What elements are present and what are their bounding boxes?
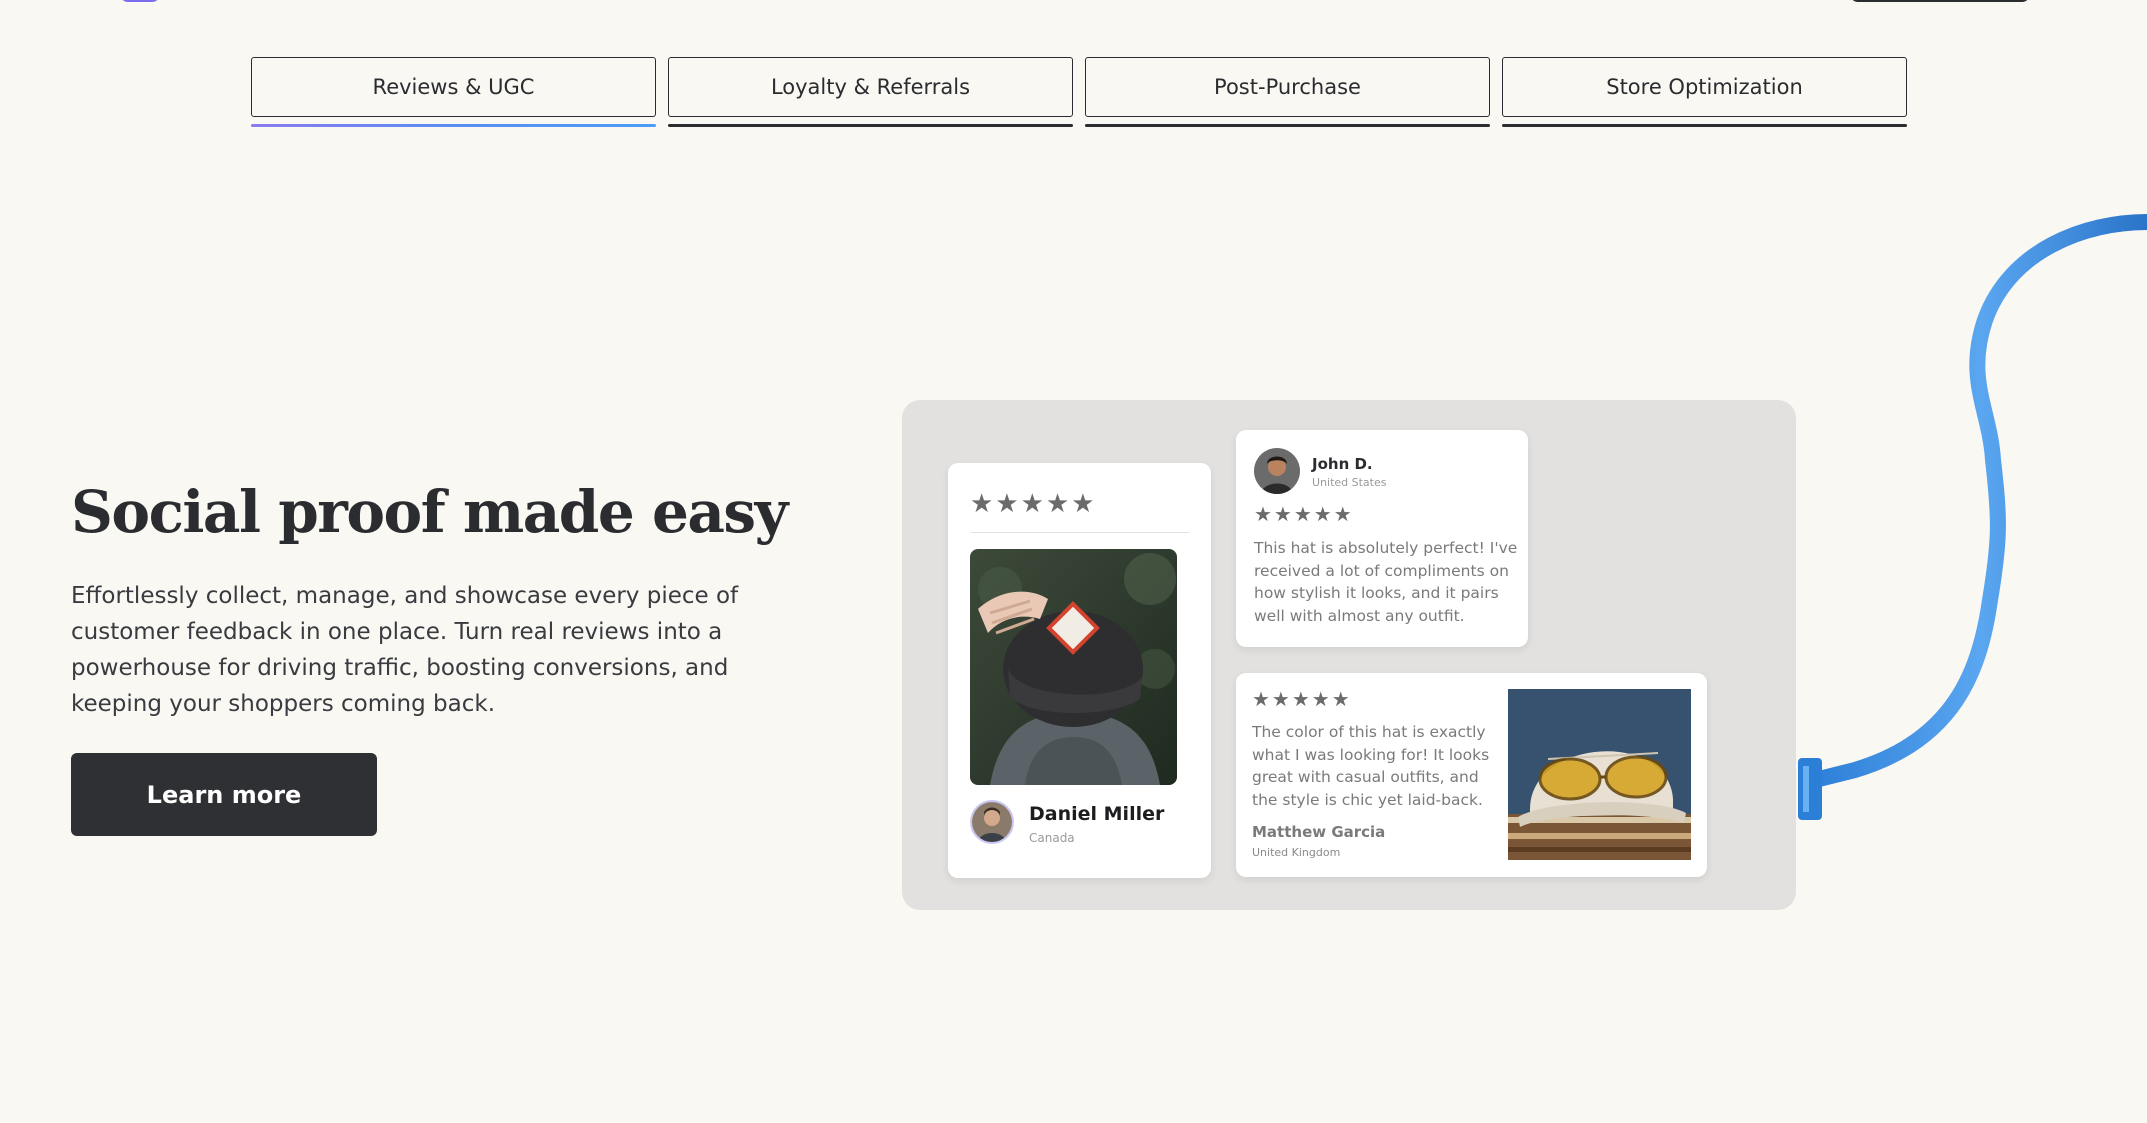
reviewer-location: Canada xyxy=(1029,831,1075,845)
tab-underline-active xyxy=(251,124,656,127)
avatar xyxy=(1254,448,1300,494)
review-text: This hat is absolutely perfect! I've rec… xyxy=(1254,539,1518,625)
header-button-edge[interactable] xyxy=(1850,0,2030,2)
usb-cable-decoration xyxy=(1798,214,2147,820)
reviewer-location: United Kingdom xyxy=(1252,846,1341,859)
hero-title: Social proof made easy xyxy=(71,478,788,546)
hero-description: Effortlessly collect, manage, and showca… xyxy=(71,583,739,717)
tab-underline xyxy=(1502,124,1907,127)
review-card-daniel: ★★★★★ Daniel Miller Canada xyxy=(948,463,1211,878)
reviewer-location: United States xyxy=(1312,476,1387,489)
brand-logo-edge[interactable] xyxy=(120,0,160,2)
feature-tabs: Reviews & UGC Loyalty & Referrals Post-P… xyxy=(251,57,1908,129)
cap-photo xyxy=(970,549,1177,785)
tab-reviews-ugc[interactable]: Reviews & UGC xyxy=(251,57,656,129)
learn-more-button[interactable]: Learn more xyxy=(71,753,377,836)
star-rating: ★★★★★ xyxy=(970,489,1097,519)
tab-store-optimization[interactable]: Store Optimization xyxy=(1502,57,1907,129)
tab-label: Post-Purchase xyxy=(1085,57,1490,117)
star-rating: ★★★★★ xyxy=(1252,687,1352,711)
reviews-showcase-panel: ★★★★★ Daniel Miller Canada John D. Unite… xyxy=(902,400,1796,910)
reviewer-name: Matthew Garcia xyxy=(1252,823,1386,841)
tab-label: Loyalty & Referrals xyxy=(668,57,1073,117)
tab-post-purchase[interactable]: Post-Purchase xyxy=(1085,57,1490,129)
tab-underline xyxy=(1085,124,1490,127)
tab-loyalty-referrals[interactable]: Loyalty & Referrals xyxy=(668,57,1073,129)
divider xyxy=(970,532,1189,533)
review-card-john: John D. United States ★★★★★ This hat is … xyxy=(1236,430,1528,647)
review-text: The color of this hat is exactly what I … xyxy=(1252,723,1490,809)
tab-label: Reviews & UGC xyxy=(251,57,656,117)
tab-label: Store Optimization xyxy=(1502,57,1907,117)
star-rating: ★★★★★ xyxy=(1254,502,1354,526)
hat-sunglasses-photo xyxy=(1508,689,1691,860)
reviewer-name: Daniel Miller xyxy=(1029,803,1165,825)
reviewer-name: John D. xyxy=(1312,455,1373,473)
tab-underline xyxy=(668,124,1073,127)
review-card-matthew: ★★★★★ The color of this hat is exactly w… xyxy=(1236,673,1707,877)
avatar xyxy=(970,800,1014,844)
